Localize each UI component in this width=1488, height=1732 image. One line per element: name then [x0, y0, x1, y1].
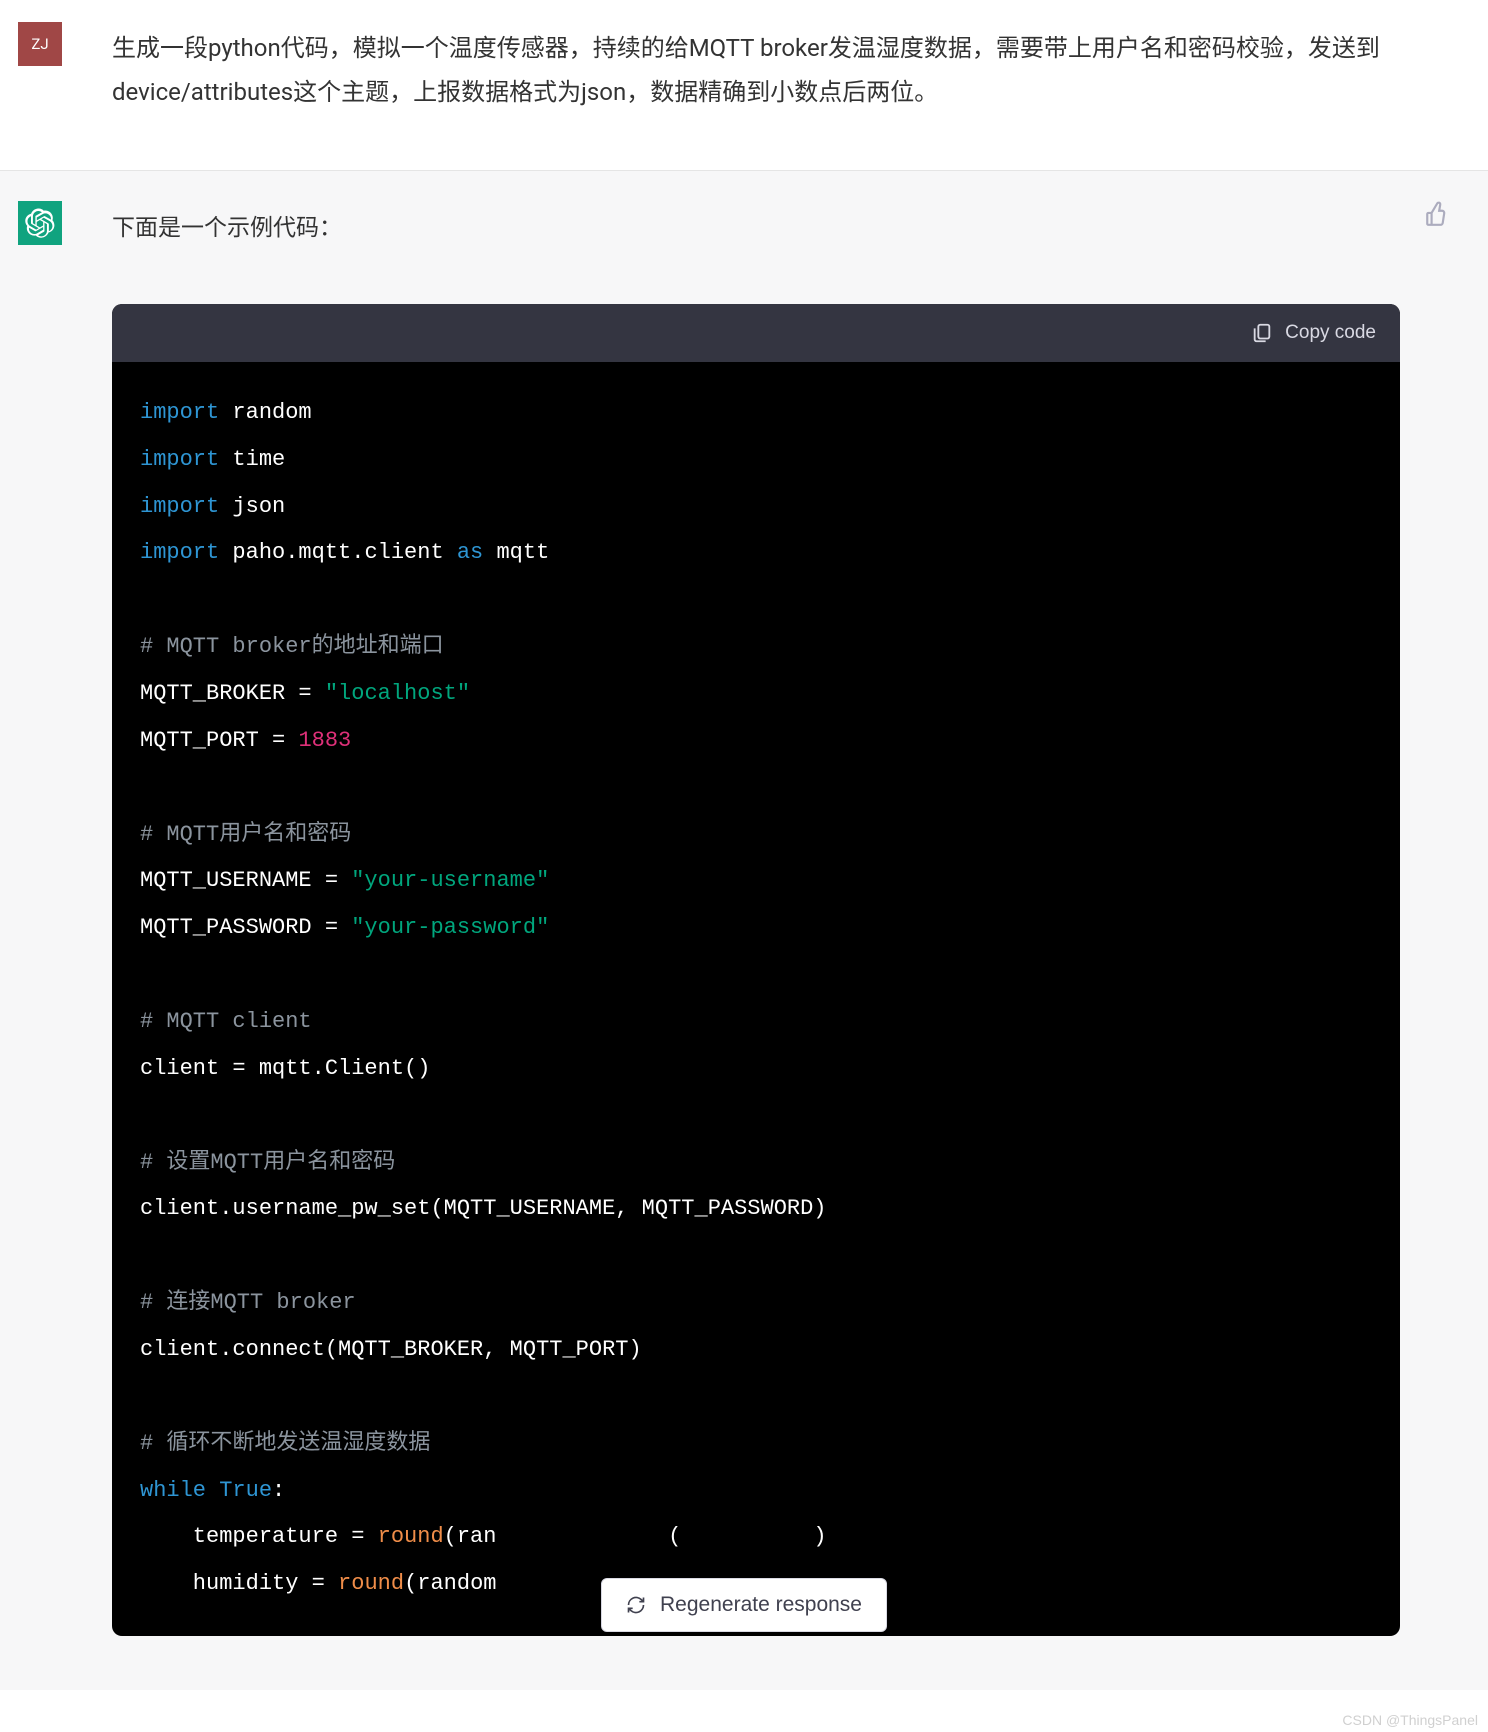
- user-message: ZJ 生成一段python代码，模拟一个温度传感器，持续的给MQTT broke…: [0, 0, 1488, 170]
- code-line: [116, 577, 1396, 624]
- refresh-icon: [626, 1595, 646, 1615]
- code-line: import time: [116, 437, 1396, 484]
- code-line: MQTT_PORT = 1883: [116, 718, 1396, 765]
- thumbs-up-icon: [1424, 201, 1450, 227]
- regenerate-response-button[interactable]: Regenerate response: [601, 1578, 887, 1632]
- code-line: # MQTT用户名和密码: [116, 812, 1396, 859]
- code-body: import randomimport timeimport jsonimpor…: [112, 362, 1400, 1636]
- regenerate-label: Regenerate response: [660, 1593, 862, 1617]
- code-line: MQTT_USERNAME = "your-username": [116, 858, 1396, 905]
- code-line: client.username_pw_set(MQTT_USERNAME, MQ…: [116, 1186, 1396, 1233]
- code-line: # MQTT client: [116, 999, 1396, 1046]
- code-line: client.connect(MQTT_BROKER, MQTT_PORT): [116, 1327, 1396, 1374]
- code-line: import json: [116, 484, 1396, 531]
- user-message-text: 生成一段python代码，模拟一个温度传感器，持续的给MQTT broker发温…: [112, 22, 1460, 115]
- code-line: [116, 1093, 1396, 1140]
- copy-code-label: Copy code: [1285, 322, 1376, 344]
- code-line: # 连接MQTT broker: [116, 1280, 1396, 1327]
- code-line: MQTT_BROKER = "localhost": [116, 671, 1396, 718]
- assistant-content: 下面是一个示例代码： Copy code import randomimport…: [112, 201, 1470, 1690]
- code-line: # MQTT broker的地址和端口: [116, 624, 1396, 671]
- assistant-message: 下面是一个示例代码： Copy code import randomimport…: [0, 170, 1488, 1690]
- watermark: CSDN @ThingsPanel: [1342, 1712, 1478, 1728]
- assistant-avatar: [18, 201, 62, 245]
- code-line: [116, 765, 1396, 812]
- code-line: while True:: [116, 1468, 1396, 1515]
- code-block: Copy code import randomimport timeimport…: [112, 304, 1400, 1636]
- user-avatar: ZJ: [18, 22, 62, 66]
- code-line: [116, 1233, 1396, 1280]
- openai-icon: [25, 208, 55, 238]
- thumbs-up-button[interactable]: [1424, 201, 1450, 227]
- code-line: [116, 1374, 1396, 1421]
- code-line: # 设置MQTT用户名和密码: [116, 1140, 1396, 1187]
- code-line: temperature = round(ran ( ): [116, 1514, 1396, 1561]
- code-line: client = mqtt.Client(): [116, 1046, 1396, 1093]
- code-line: import paho.mqtt.client as mqtt: [116, 530, 1396, 577]
- copy-code-button[interactable]: Copy code: [1251, 322, 1376, 344]
- code-line: import random: [116, 390, 1396, 437]
- clipboard-icon: [1251, 322, 1273, 344]
- code-header: Copy code: [112, 304, 1400, 362]
- code-line: MQTT_PASSWORD = "your-password": [116, 905, 1396, 952]
- code-line: # 循环不断地发送温湿度数据: [116, 1421, 1396, 1468]
- code-line: [116, 952, 1396, 999]
- assistant-intro-text: 下面是一个示例代码：: [112, 201, 1400, 242]
